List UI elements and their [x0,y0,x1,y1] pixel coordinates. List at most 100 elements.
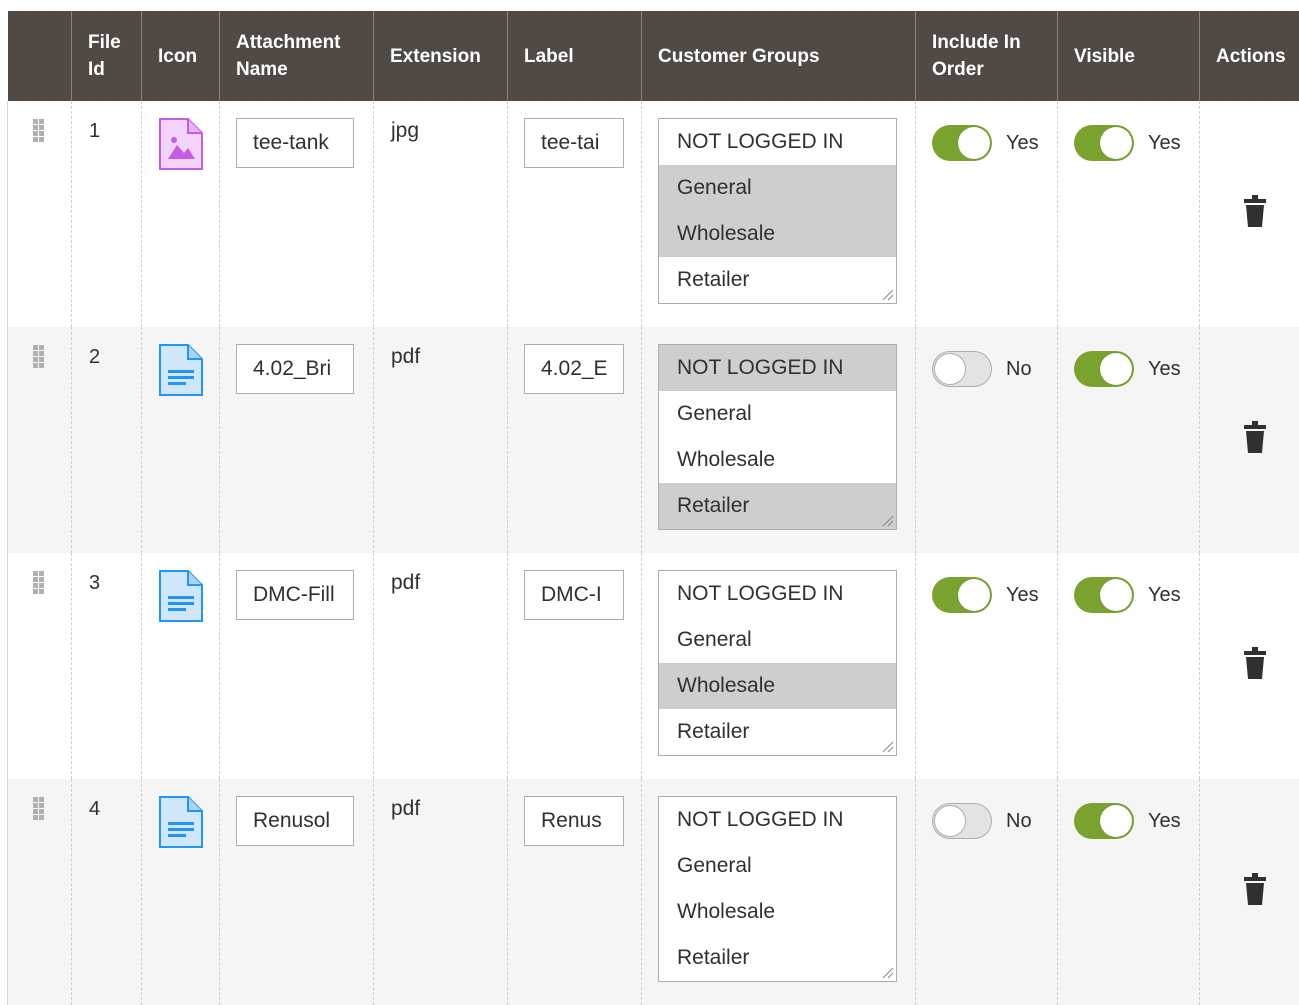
col-drag [8,11,72,101]
resize-handle-icon[interactable] [880,287,894,301]
drag-handle-icon[interactable] [33,571,47,599]
toggle-switch[interactable] [932,125,992,161]
file-id-cell: 4 [72,779,142,1005]
toggle-switch[interactable] [932,803,992,839]
trash-icon[interactable] [1243,194,1267,228]
attachment-name-input[interactable] [236,118,354,168]
resize-handle-icon[interactable] [880,739,894,753]
label-input[interactable] [524,344,624,394]
extension-cell: pdf [374,779,508,1005]
toggle-switch[interactable] [1074,351,1134,387]
customer-group-option[interactable]: NOT LOGGED IN [659,119,896,165]
file-id: 2 [89,346,141,369]
drag-handle-icon[interactable] [33,797,47,825]
customer-group-option[interactable]: Retailer [659,257,896,303]
col-icon[interactable]: Icon [142,11,220,101]
customer-groups-multiselect[interactable]: NOT LOGGED INGeneralWholesaleRetailer [658,344,897,530]
col-file-id[interactable]: File Id [72,11,142,101]
label-input[interactable] [524,796,624,846]
drag-handle-icon[interactable] [33,345,47,373]
attachments-grid: File Id Icon Attachment Name Extension L… [7,11,1299,1005]
toggle-knob [934,353,966,385]
icon-cell [142,553,220,779]
include-in-order-cell: Yes [916,553,1058,779]
toggle-switch[interactable] [932,577,992,613]
visible-switch[interactable]: Yes [1074,577,1199,613]
include-in-order-switch[interactable]: No [932,351,1057,387]
customer-group-option[interactable]: General [659,617,896,663]
customer-groups-multiselect[interactable]: NOT LOGGED INGeneralWholesaleRetailer [658,796,897,982]
trash-icon[interactable] [1243,872,1267,906]
resize-handle-icon[interactable] [880,965,894,979]
customer-groups-multiselect[interactable]: NOT LOGGED INGeneralWholesaleRetailer [658,570,897,756]
include-in-order-switch[interactable]: Yes [932,125,1057,161]
toggle-switch[interactable] [932,351,992,387]
visible-label: Yes [1148,358,1181,381]
customer-group-option[interactable]: General [659,843,896,889]
visible-label: Yes [1148,132,1181,155]
label-input[interactable] [524,570,624,620]
trash-icon[interactable] [1243,646,1267,680]
customer-group-option[interactable]: Retailer [659,709,896,755]
toggle-switch[interactable] [1074,803,1134,839]
visible-label: Yes [1148,584,1181,607]
customer-group-option[interactable]: General [659,165,896,211]
customer-group-option[interactable]: NOT LOGGED IN [659,797,896,843]
extension-text: pdf [391,571,507,595]
resize-handle-icon[interactable] [880,513,894,527]
customer-group-option[interactable]: NOT LOGGED IN [659,345,896,391]
customer-group-option[interactable]: Wholesale [659,663,896,709]
toggle-switch[interactable] [1074,125,1134,161]
col-extension[interactable]: Extension [374,11,508,101]
col-visible[interactable]: Visible [1058,11,1200,101]
customer-group-option[interactable]: Retailer [659,483,896,529]
customer-groups-cell: NOT LOGGED INGeneralWholesaleRetailer [642,327,916,553]
include-in-order-cell: No [916,327,1058,553]
file-id-cell: 3 [72,553,142,779]
customer-groups-cell: NOT LOGGED INGeneralWholesaleRetailer [642,553,916,779]
col-attachment-name[interactable]: Attachment Name [220,11,374,101]
attachment-name-input[interactable] [236,344,354,394]
attachment-name-cell [220,101,374,327]
visible-switch[interactable]: Yes [1074,351,1199,387]
col-customer-groups[interactable]: Customer Groups [642,11,916,101]
customer-group-option[interactable]: NOT LOGGED IN [659,571,896,617]
visible-switch[interactable]: Yes [1074,125,1199,161]
trash-icon[interactable] [1243,420,1267,454]
label-cell [508,779,642,1005]
label-input[interactable] [524,118,624,168]
toggle-switch[interactable] [1074,577,1134,613]
label-cell [508,553,642,779]
image-file-icon [158,117,204,171]
label-cell [508,327,642,553]
attachment-name-cell [220,553,374,779]
drag-handle-icon[interactable] [33,119,47,147]
customer-group-option[interactable]: Wholesale [659,211,896,257]
visible-switch[interactable]: Yes [1074,803,1199,839]
file-id: 3 [89,572,141,595]
customer-group-option[interactable]: Retailer [659,935,896,981]
attachment-name-input[interactable] [236,570,354,620]
table-row: 4 pdf NOT LOGGED INGeneralWholesaleRetai… [8,779,1299,1005]
include-in-order-switch[interactable]: Yes [932,577,1057,613]
attachment-name-input[interactable] [236,796,354,846]
customer-groups-multiselect[interactable]: NOT LOGGED INGeneralWholesaleRetailer [658,118,897,304]
toggle-knob [1100,805,1132,837]
extension-cell: pdf [374,327,508,553]
customer-groups-cell: NOT LOGGED INGeneralWholesaleRetailer [642,779,916,1005]
customer-group-option[interactable]: Wholesale [659,889,896,935]
visible-cell: Yes [1058,101,1200,327]
include-in-order-switch[interactable]: No [932,803,1057,839]
visible-cell: Yes [1058,327,1200,553]
include-in-order-cell: No [916,779,1058,1005]
toggle-knob [958,579,990,611]
customer-group-option[interactable]: Wholesale [659,437,896,483]
col-label[interactable]: Label [508,11,642,101]
drag-cell [8,101,72,327]
visible-cell: Yes [1058,553,1200,779]
toggle-knob [1100,579,1132,611]
col-include-in-order[interactable]: Include In Order [916,11,1058,101]
actions-cell [1200,327,1299,553]
file-id: 1 [89,120,141,143]
customer-group-option[interactable]: General [659,391,896,437]
